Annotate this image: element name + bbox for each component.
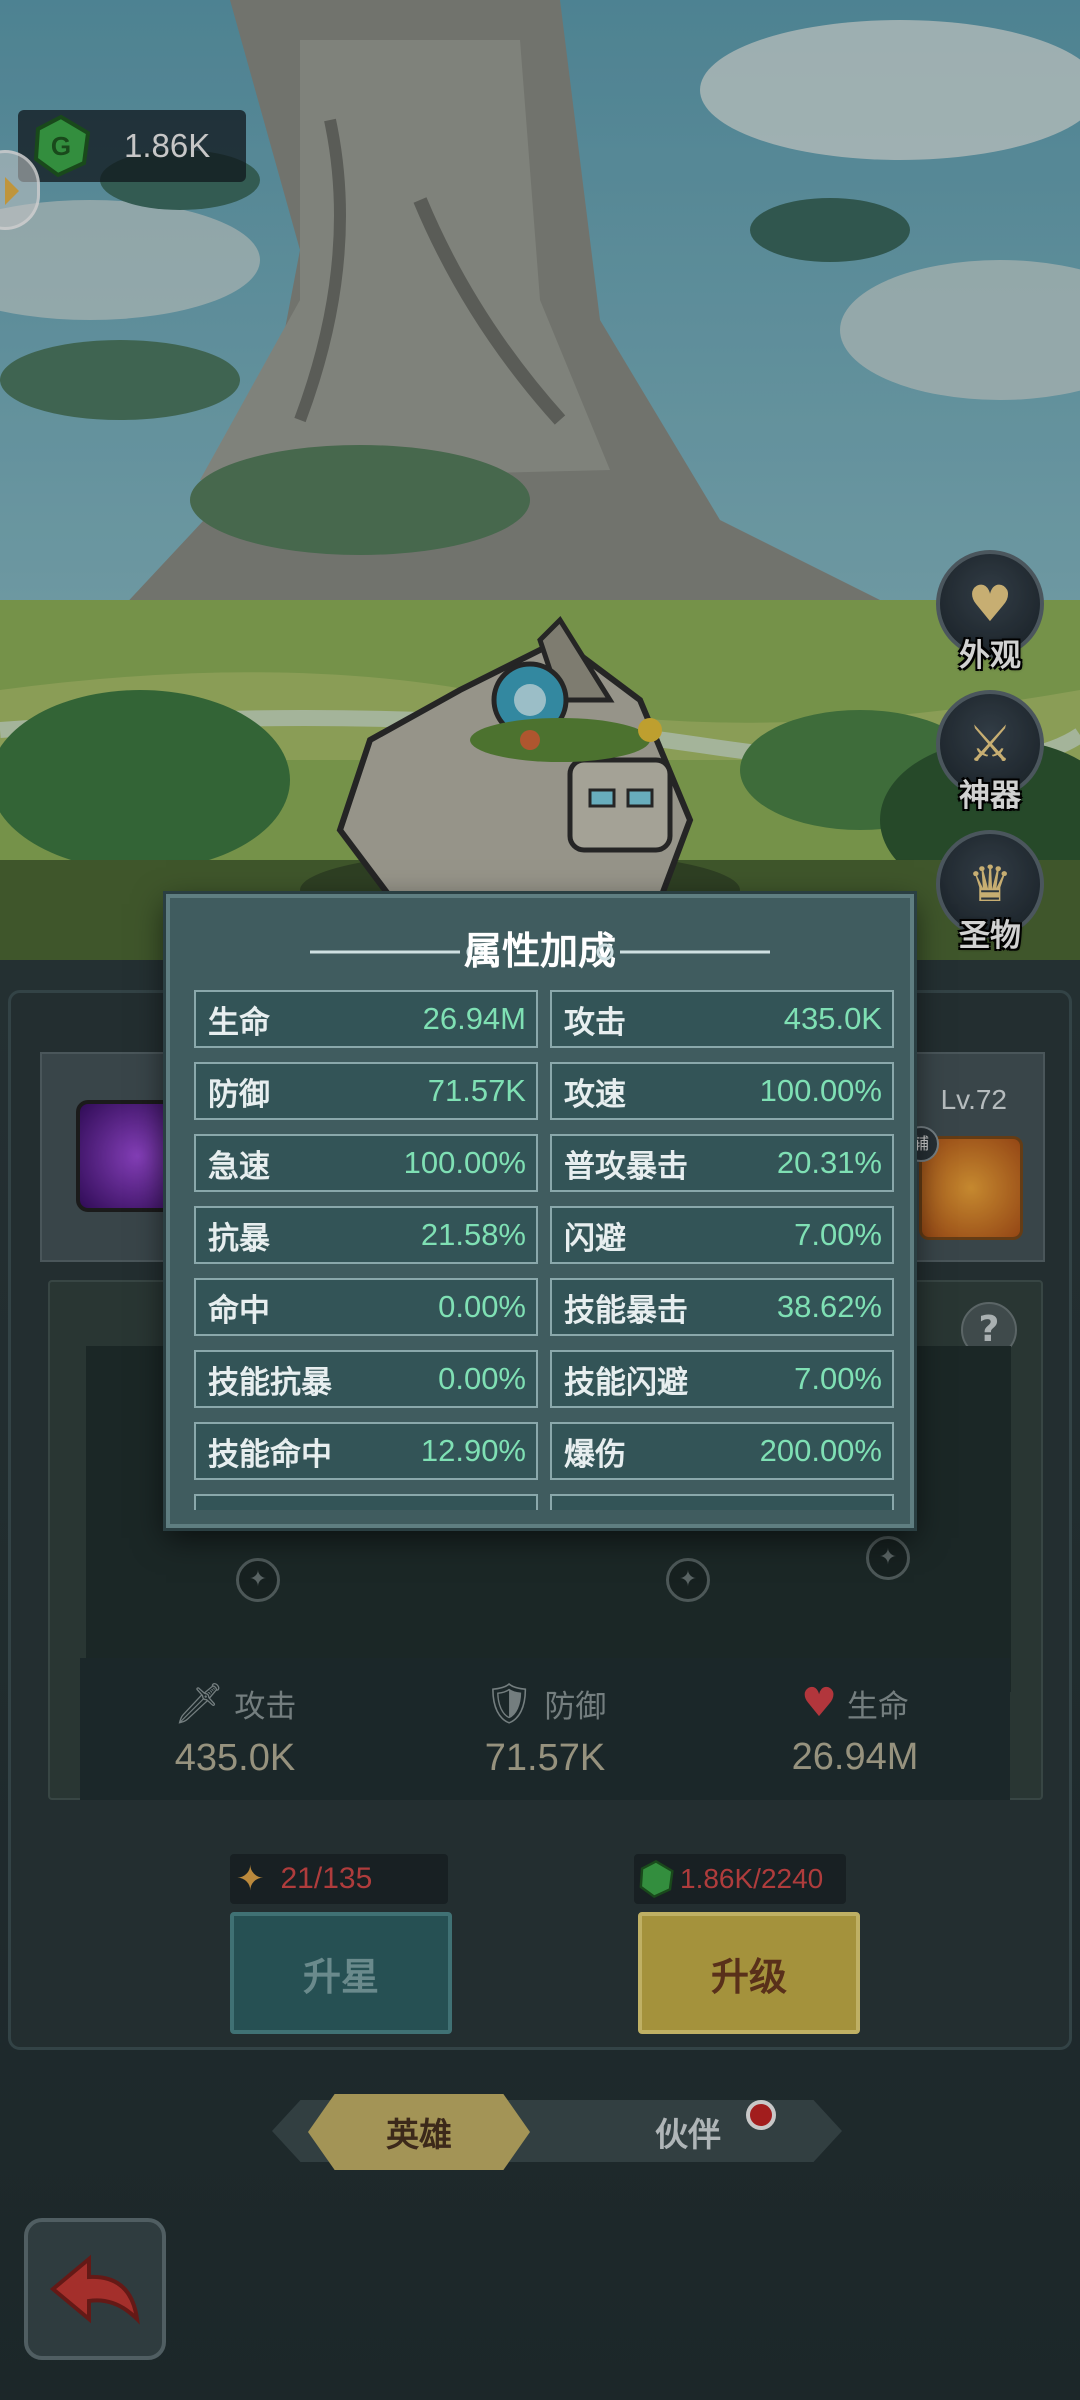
stat-cell-more [194,1494,538,1510]
stat-cell-normal-crit: 普攻暴击 20.31% [550,1134,894,1192]
stat-cell-skill-crit: 技能暴击 38.62% [550,1278,894,1336]
stat-name: 攻速 [564,1076,626,1113]
stat-cell-crit-damage: 爆伤 200.00% [550,1422,894,1480]
stat-cell-defense: 防御 71.57K [194,1062,538,1120]
stat-value: 0.00% [438,1289,526,1324]
stat-cell-skill-accuracy: 技能命中 12.90% [194,1422,538,1480]
stat-cell-skill-dodge: 技能闪避 7.00% [550,1350,894,1408]
stat-cell-attack-speed: 攻速 100.00% [550,1062,894,1120]
stat-value: 7.00% [794,1361,882,1396]
stat-value: 200.00% [759,1433,882,1468]
stat-name: 攻击 [564,1004,626,1041]
stat-value: 100.00% [403,1145,526,1180]
stat-value: 71.57K [427,1073,526,1108]
stat-name: 抗暴 [208,1220,270,1257]
stat-cell-more [550,1494,894,1510]
stat-value: 21.58% [420,1217,526,1252]
stat-name: 生命 [208,1004,270,1041]
stat-value: 435.0K [783,1001,882,1036]
stat-value: 20.31% [776,1145,882,1180]
stat-name: 技能暴击 [564,1292,688,1329]
stat-value: 38.62% [776,1289,882,1324]
stat-cell-haste: 急速 100.00% [194,1134,538,1192]
stat-name: 防御 [208,1076,270,1113]
stat-value: 7.00% [794,1217,882,1252]
popup-title: 属性加成 [463,929,616,973]
attribute-bonus-popup: 属性加成 生命 26.94M 攻击 435.0K 防御 71.57K 攻速 100.00… [166,894,914,1528]
stat-name: 闪避 [564,1220,626,1257]
stat-cell-skill-crit-resist: 技能抗暴 0.00% [194,1350,538,1408]
stat-cell-crit-resist: 抗暴 21.58% [194,1206,538,1264]
stat-name: 技能抗暴 [208,1364,332,1401]
stat-value: 12.90% [420,1433,526,1468]
title-ornament-right [596,943,770,961]
stat-name: 急速 [208,1148,270,1185]
stat-cell-dodge: 闪避 7.00% [550,1206,894,1264]
stat-name: 爆伤 [564,1436,626,1473]
stat-name: 命中 [208,1292,270,1329]
stat-cell-accuracy: 命中 0.00% [194,1278,538,1336]
attribute-grid[interactable]: 生命 26.94M 攻击 435.0K 防御 71.57K 攻速 100.00% 急速 1… [194,990,894,1510]
stat-name: 普攻暴击 [564,1148,688,1185]
stat-cell-attack: 攻击 435.0K [550,990,894,1048]
stat-cell-hp: 生命 26.94M [194,990,538,1048]
stat-value: 26.94M [422,1001,526,1036]
stat-name: 技能闪避 [564,1364,688,1401]
stat-value: 100.00% [759,1073,882,1108]
stat-value: 0.00% [438,1361,526,1396]
stat-name: 技能命中 [208,1436,332,1473]
